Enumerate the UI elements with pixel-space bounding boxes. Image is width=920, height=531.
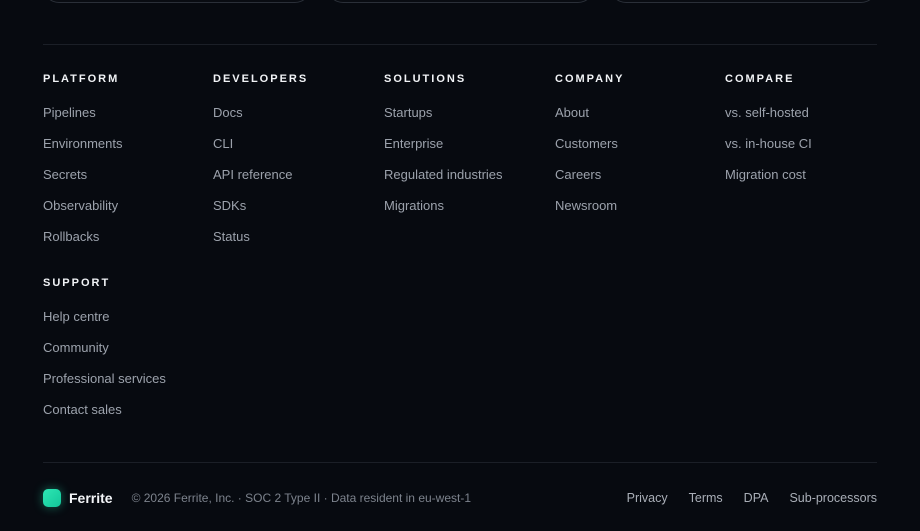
- footer-legal-bar: Ferrite © 2026 Ferrite, Inc. · SOC 2 Typ…: [43, 486, 877, 510]
- footer-link-cli[interactable]: CLI: [213, 136, 233, 151]
- footer-link-community[interactable]: Community: [43, 340, 109, 355]
- footer-link-regulated-industries[interactable]: Regulated industries: [384, 167, 503, 182]
- footer-link-secrets[interactable]: Secrets: [43, 167, 87, 182]
- column-heading: SOLUTIONS: [384, 73, 467, 85]
- column-heading: DEVELOPERS: [213, 73, 309, 85]
- legal-link-privacy[interactable]: Privacy: [627, 491, 668, 505]
- footer-link-vs-in-house-ci[interactable]: vs. in-house CI: [725, 136, 812, 151]
- column-heading: COMPANY: [555, 73, 625, 85]
- footer-link-pipelines[interactable]: Pipelines: [43, 105, 96, 120]
- brand-name: Ferrite: [69, 490, 113, 506]
- footer-link-startups[interactable]: Startups: [384, 105, 432, 120]
- footer-link-customers[interactable]: Customers: [555, 136, 618, 151]
- footer-page: PLATFORM Pipelines Environments Secrets …: [0, 0, 920, 531]
- card-bottom-edge: [43, 0, 311, 3]
- ferrite-logo-icon: [43, 489, 61, 507]
- footer-link-migration-cost[interactable]: Migration cost: [725, 167, 806, 182]
- footer-link-rollbacks[interactable]: Rollbacks: [43, 229, 99, 244]
- footer-link-contact-sales[interactable]: Contact sales: [43, 402, 122, 417]
- footer-column-compare: COMPARE vs. self-hosted vs. in-house CI …: [725, 72, 812, 196]
- footer-top-divider: [43, 44, 877, 45]
- footer-link-newsroom[interactable]: Newsroom: [555, 198, 617, 213]
- card-bottom-edge: [610, 0, 877, 3]
- footer-link-sdks[interactable]: SDKs: [213, 198, 246, 213]
- card-bottom-edge: [327, 0, 594, 3]
- footer-link-help-centre[interactable]: Help centre: [43, 309, 109, 324]
- footer-link-careers[interactable]: Careers: [555, 167, 601, 182]
- footer-link-vs-self-hosted[interactable]: vs. self-hosted: [725, 105, 809, 120]
- footer-link-api-reference[interactable]: API reference: [213, 167, 293, 182]
- footer-link-status[interactable]: Status: [213, 229, 250, 244]
- legal-link-dpa[interactable]: DPA: [744, 491, 769, 505]
- copyright-text: © 2026 Ferrite, Inc. · SOC 2 Type II · D…: [131, 491, 472, 505]
- footer-column-support: SUPPORT Help centre Community Profession…: [43, 276, 166, 431]
- footer-link-enterprise[interactable]: Enterprise: [384, 136, 443, 151]
- legal-link-sub-processors[interactable]: Sub-processors: [789, 491, 877, 505]
- column-heading: SUPPORT: [43, 277, 111, 289]
- footer-link-migrations[interactable]: Migrations: [384, 198, 444, 213]
- footer-column-developers: DEVELOPERS Docs CLI API reference SDKs S…: [213, 72, 308, 258]
- footer-bottom-divider: [43, 462, 877, 463]
- footer-link-docs[interactable]: Docs: [213, 105, 243, 120]
- footer-link-environments[interactable]: Environments: [43, 136, 122, 151]
- footer-column-company: COMPANY About Customers Careers Newsroom: [555, 72, 624, 227]
- legal-link-terms[interactable]: Terms: [689, 491, 723, 505]
- footer-link-professional-services[interactable]: Professional services: [43, 371, 166, 386]
- legal-links: Privacy Terms DPA Sub-processors: [627, 491, 877, 505]
- footer-column-solutions: SOLUTIONS Startups Enterprise Regulated …: [384, 72, 503, 227]
- column-heading: PLATFORM: [43, 73, 120, 85]
- column-heading: COMPARE: [725, 73, 795, 85]
- footer-link-about[interactable]: About: [555, 105, 589, 120]
- footer-column-platform: PLATFORM Pipelines Environments Secrets …: [43, 72, 122, 258]
- brand-logo[interactable]: Ferrite: [43, 489, 113, 507]
- footer-link-observability[interactable]: Observability: [43, 198, 118, 213]
